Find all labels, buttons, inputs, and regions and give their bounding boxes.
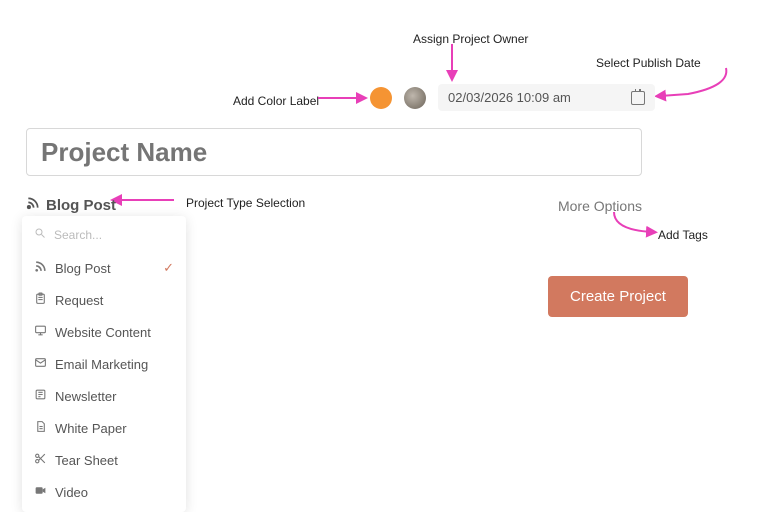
video-icon (34, 484, 47, 500)
doc-icon (34, 420, 47, 436)
publish-date-text: 02/03/2026 10:09 am (448, 90, 571, 105)
owner-avatar[interactable] (404, 87, 426, 109)
monitor-icon (34, 324, 47, 340)
dropdown-item-label: Video (55, 485, 88, 500)
annot-assign-owner: Assign Project Owner (413, 32, 528, 46)
dropdown-item[interactable]: Newsletter (22, 380, 186, 412)
dropdown-item-label: Email Marketing (55, 357, 148, 372)
scissors-icon (34, 452, 47, 468)
dropdown-item-label: Newsletter (55, 389, 116, 404)
more-options-link[interactable]: More Options (558, 198, 642, 214)
annot-add-tags: Add Tags (658, 228, 708, 242)
calendar-icon (631, 91, 645, 105)
project-type-dropdown: Blog Post ✓ Request Website Content Email Ma… (22, 216, 186, 512)
project-type-label: Blog Post (46, 197, 116, 214)
color-label-dot[interactable] (370, 87, 392, 109)
publish-date-picker[interactable]: 02/03/2026 10:09 am (438, 84, 655, 111)
dropdown-item[interactable]: White Paper (22, 412, 186, 444)
annot-type-select: Project Type Selection (186, 196, 305, 210)
dropdown-item[interactable]: Request (22, 284, 186, 316)
dropdown-search-input[interactable] (54, 228, 174, 242)
clipboard-icon (34, 292, 47, 308)
news-icon (34, 388, 47, 404)
project-name-input[interactable] (26, 128, 642, 176)
dropdown-item-label: Blog Post (55, 261, 111, 276)
annot-select-date: Select Publish Date (596, 56, 701, 70)
project-type-trigger[interactable]: Blog Post (26, 196, 116, 214)
mail-icon (34, 356, 47, 372)
dropdown-item-label: Tear Sheet (55, 453, 118, 468)
dropdown-item[interactable]: Website Content (22, 316, 186, 348)
check-icon: ✓ (163, 260, 174, 276)
dropdown-item[interactable]: Video (22, 476, 186, 508)
dropdown-item[interactable]: Email Marketing (22, 348, 186, 380)
annot-add-color: Add Color Label (233, 94, 319, 108)
search-icon (34, 226, 46, 244)
dropdown-item-label: White Paper (55, 421, 127, 436)
dropdown-item[interactable]: Tear Sheet (22, 444, 186, 476)
dropdown-item-label: Website Content (55, 325, 151, 340)
dropdown-item[interactable]: Blog Post ✓ (22, 252, 186, 284)
rss-icon (26, 196, 40, 214)
create-project-button[interactable]: Create Project (548, 276, 688, 317)
rss-icon (34, 260, 47, 276)
dropdown-item-label: Request (55, 293, 103, 308)
